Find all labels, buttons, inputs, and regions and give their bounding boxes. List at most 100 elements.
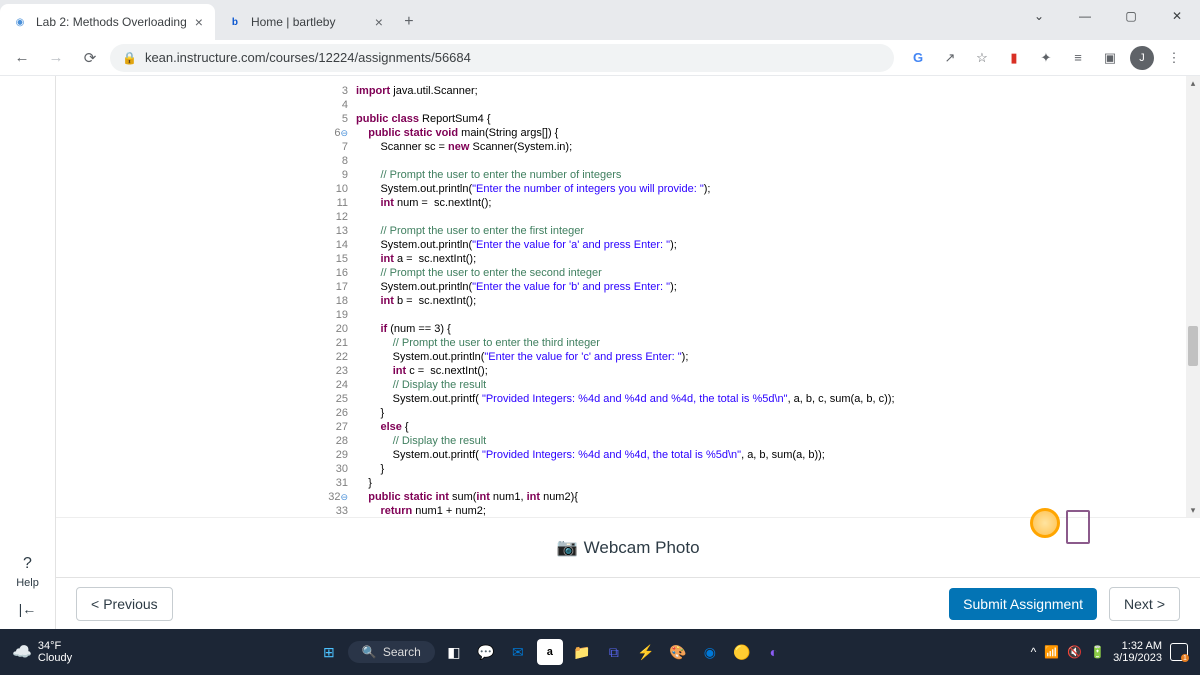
weather-temp: 34°F <box>38 640 72 652</box>
code-line[interactable]: 9 // Prompt the user to enter the number… <box>56 168 1160 182</box>
next-button[interactable]: Next > <box>1109 587 1180 621</box>
discord-icon[interactable]: ⧉ <box>601 639 627 665</box>
code-line[interactable]: 18 int b = sc.nextInt(); <box>56 294 1160 308</box>
battery-icon[interactable]: 🔋 <box>1090 645 1105 659</box>
code-line[interactable]: 15 int a = sc.nextInt(); <box>56 252 1160 266</box>
code-line[interactable]: 26 } <box>56 406 1160 420</box>
back-button[interactable]: ← <box>8 44 36 72</box>
collapse-sidebar-button[interactable]: |← <box>19 601 37 617</box>
code-text: else { <box>356 420 409 434</box>
minimize-button[interactable]: — <box>1062 0 1108 32</box>
code-line[interactable]: 24 // Display the result <box>56 378 1160 392</box>
chrome-icon[interactable]: 🟡 <box>729 639 755 665</box>
start-button[interactable]: ⊞ <box>316 639 342 665</box>
omnibox[interactable]: 🔒 kean.instructure.com/courses/12224/ass… <box>110 44 894 72</box>
reading-list-icon[interactable]: ≡ <box>1066 46 1090 70</box>
puzzle-icon[interactable]: ✦ <box>1034 46 1058 70</box>
code-line[interactable]: 31 } <box>56 476 1160 490</box>
assignment-footer: < Previous Submit Assignment Next > <box>56 577 1200 629</box>
chat-icon[interactable]: 💬 <box>473 639 499 665</box>
line-number: 5 <box>56 112 356 126</box>
taskbar-center: ⊞ 🔍 Search ◧ 💬 ✉ a 📁 ⧉ ⚡ 🎨 ◉ 🟡 ◐ <box>80 639 1022 665</box>
star-icon[interactable]: ☆ <box>970 46 994 70</box>
code-line[interactable]: 19 <box>56 308 1160 322</box>
maximize-button[interactable]: ▢ <box>1108 0 1154 32</box>
new-tab-button[interactable]: + <box>395 4 423 40</box>
code-line[interactable]: 17 System.out.println("Enter the value f… <box>56 280 1160 294</box>
code-line[interactable]: 7 Scanner sc = new Scanner(System.in); <box>56 140 1160 154</box>
extension-icon[interactable]: ▮ <box>1002 46 1026 70</box>
code-line[interactable]: 25 System.out.printf( "Provided Integers… <box>56 392 1160 406</box>
scroll-down-icon[interactable]: ▾ <box>1186 503 1200 517</box>
code-line[interactable]: 11 int num = sc.nextInt(); <box>56 196 1160 210</box>
bolt-icon[interactable]: ⚡ <box>633 639 659 665</box>
close-button[interactable]: ✕ <box>1154 0 1200 32</box>
webcam-photo-label[interactable]: 📷 Webcam Photo <box>556 538 699 558</box>
line-number: 27 <box>56 420 356 434</box>
scrollbar[interactable]: ▴ ▾ <box>1186 76 1200 517</box>
explorer-icon[interactable]: 📁 <box>569 639 595 665</box>
menu-icon[interactable]: ⋮ <box>1162 46 1186 70</box>
code-editor[interactable]: 3import java.util.Scanner;45public class… <box>56 76 1200 517</box>
close-icon[interactable]: × <box>195 14 203 30</box>
browser-titlebar: ◉ Lab 2: Methods Overloading × b Home | … <box>0 0 1200 40</box>
code-line[interactable]: 29 System.out.printf( "Provided Integers… <box>56 448 1160 462</box>
mail-icon[interactable]: ✉ <box>505 639 531 665</box>
taskbar-search[interactable]: 🔍 Search <box>348 641 435 663</box>
line-number: 21 <box>56 336 356 350</box>
code-line[interactable]: 30 } <box>56 462 1160 476</box>
previous-button[interactable]: < Previous <box>76 587 173 621</box>
code-line[interactable]: 10 System.out.println("Enter the number … <box>56 182 1160 196</box>
code-line[interactable]: 21 // Prompt the user to enter the third… <box>56 336 1160 350</box>
volume-icon[interactable]: 🔇 <box>1067 645 1082 659</box>
forward-button[interactable]: → <box>42 44 70 72</box>
scroll-up-icon[interactable]: ▴ <box>1186 76 1200 90</box>
google-icon[interactable]: G <box>906 46 930 70</box>
code-line[interactable]: 27 else { <box>56 420 1160 434</box>
clock[interactable]: 1:32 AM 3/19/2023 <box>1113 640 1162 664</box>
code-line[interactable]: 5public class ReportSum4 { <box>56 112 1160 126</box>
profile-avatar[interactable]: J <box>1130 46 1154 70</box>
tab-bartleby[interactable]: b Home | bartleby × <box>215 4 395 40</box>
edge-icon[interactable]: ◉ <box>697 639 723 665</box>
share-icon[interactable]: ↗ <box>938 46 962 70</box>
paint-icon[interactable]: 🎨 <box>665 639 691 665</box>
windows-taskbar: ☁️ 34°F Cloudy ⊞ 🔍 Search ◧ 💬 ✉ a 📁 ⧉ ⚡ … <box>0 629 1200 675</box>
line-number: 12 <box>56 210 356 224</box>
code-line[interactable]: 33 return num1 + num2; <box>56 504 1160 517</box>
code-line[interactable]: 12 <box>56 210 1160 224</box>
code-line[interactable]: 22 System.out.println("Enter the value f… <box>56 350 1160 364</box>
code-line[interactable]: 20 if (num == 3) { <box>56 322 1160 336</box>
code-line[interactable]: 8 <box>56 154 1160 168</box>
scroll-thumb[interactable] <box>1188 326 1198 366</box>
weather-widget[interactable]: ☁️ 34°F Cloudy <box>12 640 72 664</box>
wifi-icon[interactable]: 📶 <box>1044 645 1059 659</box>
cloud-icon: ☁️ <box>12 642 32 662</box>
lamp-graphic <box>1030 508 1060 538</box>
tab-lab2[interactable]: ◉ Lab 2: Methods Overloading × <box>0 4 215 40</box>
code-line[interactable]: 32⊖ public static int sum(int num1, int … <box>56 490 1160 504</box>
chevron-up-icon[interactable]: ^ <box>1031 645 1037 659</box>
code-line[interactable]: 28 // Display the result <box>56 434 1160 448</box>
code-line[interactable]: 13 // Prompt the user to enter the first… <box>56 224 1160 238</box>
line-number: 33 <box>56 504 356 517</box>
task-view-icon[interactable]: ◧ <box>441 639 467 665</box>
code-line[interactable]: 16 // Prompt the user to enter the secon… <box>56 266 1160 280</box>
amazon-icon[interactable]: a <box>537 639 563 665</box>
code-line[interactable]: 4 <box>56 98 1160 112</box>
help-label: Help <box>16 577 39 589</box>
system-tray: ^ 📶 🔇 🔋 1:32 AM 3/19/2023 1 <box>1031 640 1188 664</box>
line-number: 25 <box>56 392 356 406</box>
code-line[interactable]: 14 System.out.println("Enter the value f… <box>56 238 1160 252</box>
code-line[interactable]: 23 int c = sc.nextInt(); <box>56 364 1160 378</box>
notifications-icon[interactable]: 1 <box>1170 643 1188 661</box>
submit-assignment-button[interactable]: Submit Assignment <box>949 588 1097 620</box>
reload-button[interactable]: ⟳ <box>76 44 104 72</box>
code-line[interactable]: 3import java.util.Scanner; <box>56 84 1160 98</box>
eclipse-icon[interactable]: ◐ <box>761 639 787 665</box>
side-panel-icon[interactable]: ▣ <box>1098 46 1122 70</box>
code-line[interactable]: 6⊖ public static void main(String args[]… <box>56 126 1160 140</box>
help-nav[interactable]: ? Help <box>16 553 39 589</box>
close-icon[interactable]: × <box>375 14 383 30</box>
chevron-down-icon[interactable]: ⌄ <box>1016 0 1062 32</box>
